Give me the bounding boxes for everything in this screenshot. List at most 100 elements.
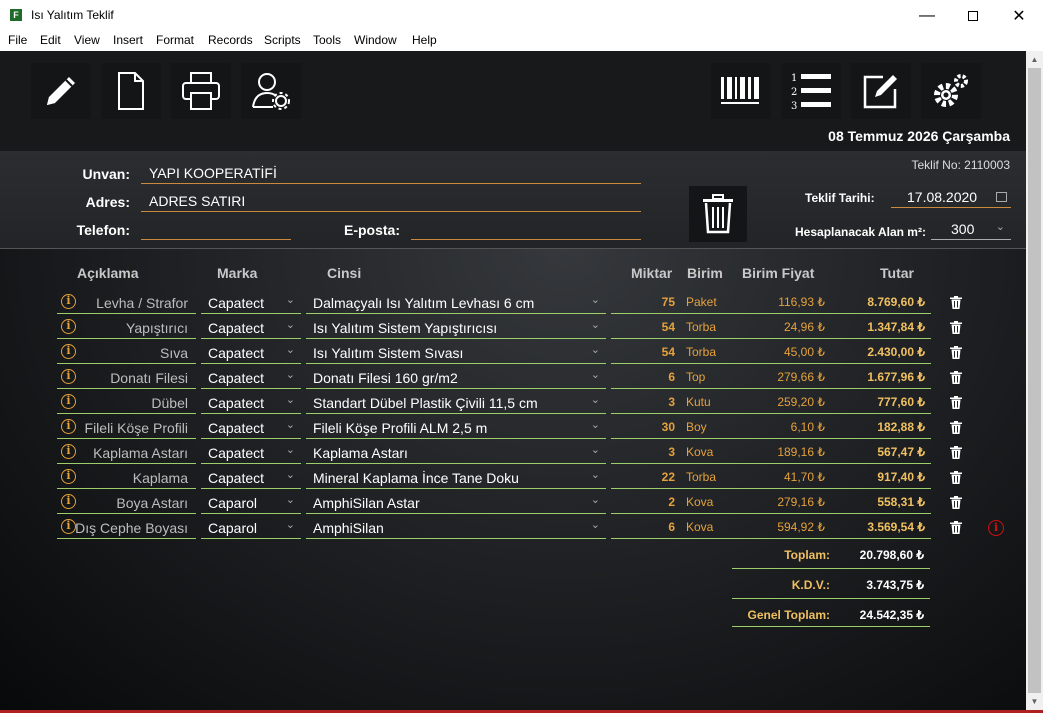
menu-file[interactable]: File <box>8 31 27 47</box>
unvan-field[interactable]: YAPI KOOPERATİFİ <box>141 162 641 184</box>
row-aciklama-text: Dübel <box>151 395 188 411</box>
row-miktar[interactable]: 2 <box>611 491 681 514</box>
adres-label: Adres: <box>85 194 130 210</box>
row-miktar[interactable]: 3 <box>611 441 681 464</box>
row-cinsi-select[interactable]: Fileli Köşe Profili ALM 2,5 m ⌄ <box>306 416 606 439</box>
barcode-button[interactable] <box>711 63 771 119</box>
row-cinsi-select[interactable]: Isı Yalıtım Sistem Yapıştırıcısı ⌄ <box>306 316 606 339</box>
edit-note-button[interactable] <box>851 63 911 119</box>
menu-window[interactable]: Window <box>354 31 397 47</box>
info-icon[interactable]: i <box>61 519 76 534</box>
trash-icon[interactable] <box>950 421 962 434</box>
info-icon[interactable]: i <box>61 444 76 459</box>
user-settings-button[interactable] <box>241 63 301 119</box>
info-icon[interactable]: i <box>61 469 76 484</box>
row-miktar[interactable]: 3 <box>611 391 681 414</box>
menu-tools[interactable]: Tools <box>313 31 341 47</box>
trash-icon[interactable] <box>950 446 962 459</box>
row-marka-select[interactable]: Capatect ⌄ <box>201 416 301 439</box>
menu-insert[interactable]: Insert <box>113 31 143 47</box>
trash-icon[interactable] <box>950 346 962 359</box>
new-record-button[interactable] <box>101 63 161 119</box>
row-aciklama-text: Sıva <box>159 345 188 361</box>
info-icon[interactable]: i <box>61 419 76 434</box>
trash-icon[interactable] <box>950 471 962 484</box>
row-cinsi-select[interactable]: Isı Yalıtım Sistem Sıvası ⌄ <box>306 341 606 364</box>
info-icon[interactable]: i <box>61 494 76 509</box>
scroll-down-icon[interactable]: ▼ <box>1026 693 1043 710</box>
row-cinsi-select[interactable]: AmphiSilan ⌄ <box>306 516 606 539</box>
row-marka-select[interactable]: Capatect ⌄ <box>201 316 301 339</box>
row-cinsi-select[interactable]: Dalmaçyalı Isı Yalıtım Levhası 6 cm ⌄ <box>306 291 606 314</box>
settings-button[interactable] <box>921 63 981 119</box>
maximize-button[interactable] <box>950 0 996 31</box>
adres-field[interactable]: ADRES SATIRI <box>141 190 641 212</box>
calendar-icon[interactable] <box>996 192 1007 202</box>
trash-icon[interactable] <box>950 321 962 334</box>
scroll-thumb[interactable] <box>1028 68 1041 693</box>
row-marka-select[interactable]: Capatect ⌄ <box>201 441 301 464</box>
row-miktar[interactable]: 75 <box>611 291 681 314</box>
vertical-scrollbar[interactable]: ▲ ▼ <box>1026 51 1043 710</box>
row-miktar[interactable]: 22 <box>611 466 681 489</box>
row-miktar[interactable]: 6 <box>611 516 681 539</box>
teklif-tarihi-field[interactable]: 17.08.2020 <box>891 186 1011 208</box>
row-marka-select[interactable]: Caparol ⌄ <box>201 516 301 539</box>
kdv-label: K.D.V.: <box>791 578 830 592</box>
alan-select[interactable]: 300 ⌄ <box>931 218 1011 240</box>
minimize-button[interactable]: — <box>904 0 950 31</box>
delete-record-button[interactable] <box>689 186 747 242</box>
trash-icon[interactable] <box>950 371 962 384</box>
row-aciklama-text: Donatı Filesi <box>110 370 188 386</box>
row-miktar[interactable]: 54 <box>611 341 681 364</box>
row-aciklama-text: Kaplama <box>132 470 188 486</box>
print-button[interactable] <box>171 63 231 119</box>
row-cinsi-select[interactable]: Donatı Filesi 160 gr/m2 ⌄ <box>306 366 606 389</box>
trash-icon[interactable] <box>950 396 962 409</box>
info-icon[interactable]: i <box>61 394 76 409</box>
row-marka-select[interactable]: Capatect ⌄ <box>201 366 301 389</box>
row-cinsi-select[interactable]: AmphiSilan Astar ⌄ <box>306 491 606 514</box>
printer-icon <box>182 72 220 110</box>
main-layout: 1 2 3 08 Temmuz 2026 Çarşamba Teklif No:… <box>0 51 1026 710</box>
row-miktar[interactable]: 54 <box>611 316 681 339</box>
edit-button[interactable] <box>31 63 91 119</box>
menu-help[interactable]: Help <box>412 31 437 47</box>
trash-icon[interactable] <box>950 296 962 309</box>
menu-format[interactable]: Format <box>156 31 194 47</box>
alan-value: 300 <box>951 221 975 237</box>
info-icon[interactable]: i <box>61 319 76 334</box>
menu-edit[interactable]: Edit <box>40 31 61 47</box>
trash-icon[interactable] <box>950 521 962 534</box>
row-cinsi-select[interactable]: Mineral Kaplama İnce Tane Doku ⌄ <box>306 466 606 489</box>
chevron-down-icon: ⌄ <box>590 319 600 331</box>
info-icon[interactable]: i <box>61 344 76 359</box>
row-marka-select[interactable]: Capatect ⌄ <box>201 391 301 414</box>
row-cinsi-select[interactable]: Kaplama Astarı ⌄ <box>306 441 606 464</box>
row-aciklama: i Dübel <box>57 391 196 414</box>
menu-records[interactable]: Records <box>208 31 253 47</box>
close-button[interactable]: ✕ <box>996 0 1042 31</box>
menu-view[interactable]: View <box>74 31 100 47</box>
info-icon[interactable]: i <box>61 369 76 384</box>
row-miktar[interactable]: 6 <box>611 366 681 389</box>
row-marka-select[interactable]: Capatect ⌄ <box>201 291 301 314</box>
row-aciklama: i Sıva <box>57 341 196 364</box>
menu-scripts[interactable]: Scripts <box>264 31 301 47</box>
row-marka-select[interactable]: Capatect ⌄ <box>201 466 301 489</box>
row-marka-select[interactable]: Capatect ⌄ <box>201 341 301 364</box>
list-view-button[interactable]: 1 2 3 <box>781 63 841 119</box>
trash-icon[interactable] <box>950 496 962 509</box>
warning-info-icon[interactable]: i <box>988 520 1004 536</box>
scroll-up-icon[interactable]: ▲ <box>1026 51 1043 68</box>
eposta-field[interactable] <box>411 218 641 240</box>
col-miktar: Miktar <box>631 265 673 281</box>
teklif-tarihi-label: Teklif Tarihi: <box>805 191 875 205</box>
table-row: i Dübel Capatect ⌄ Standart Dübel Plasti… <box>0 391 1026 416</box>
row-marka-select[interactable]: Caparol ⌄ <box>201 491 301 514</box>
row-miktar[interactable]: 30 <box>611 416 681 439</box>
row-cinsi-select[interactable]: Standart Dübel Plastik Çivili 11,5 cm ⌄ <box>306 391 606 414</box>
row-aciklama: i Kaplama Astarı <box>57 441 196 464</box>
info-icon[interactable]: i <box>61 294 76 309</box>
telefon-field[interactable] <box>141 218 291 240</box>
